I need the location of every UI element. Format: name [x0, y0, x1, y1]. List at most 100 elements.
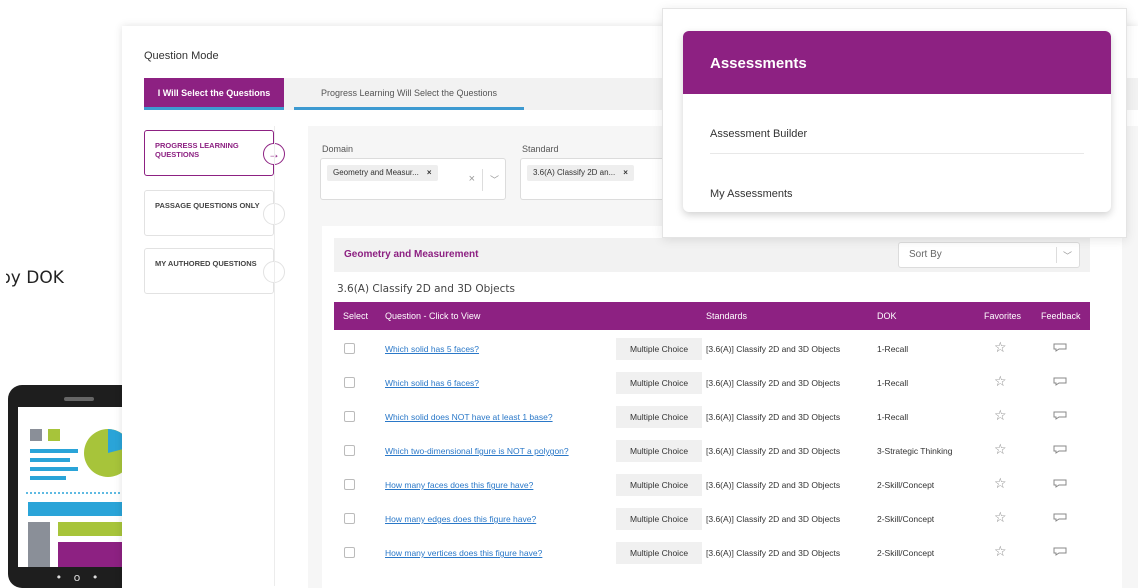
question-type: Multiple Choice — [616, 406, 702, 428]
questions-table-header: Select Question - Click to View Standard… — [334, 302, 1090, 330]
star-icon[interactable]: ☆ — [994, 340, 1007, 356]
select-divider — [482, 169, 483, 191]
feedback-icon[interactable] — [1052, 444, 1068, 454]
side-text-crop-mask — [0, 262, 6, 292]
tablet-speaker — [64, 397, 94, 401]
question-type: Multiple Choice — [616, 542, 702, 564]
question-link[interactable]: How many edges does this figure have? — [385, 514, 536, 524]
feedback-icon[interactable] — [1052, 512, 1068, 522]
domain-chip: Geometry and Measur... × — [327, 165, 438, 181]
select-checkbox[interactable] — [344, 343, 355, 354]
menu-divider — [710, 153, 1084, 154]
chevron-down-icon[interactable]: ﹀ — [490, 173, 499, 186]
tab-progress-learning-will-select[interactable]: Progress Learning Will Select the Questi… — [294, 78, 524, 110]
feedback-icon[interactable] — [1052, 478, 1068, 488]
standard-label: Standard — [522, 144, 559, 154]
source-label: PASSAGE QUESTIONS ONLY — [155, 201, 260, 210]
clear-icon[interactable]: × — [469, 173, 475, 185]
table-row: How many vertices does this figure have?… — [334, 536, 1090, 570]
assessments-menu: Assessments Assessment Builder My Assess… — [683, 31, 1111, 212]
table-row: How many faces does this figure have? Mu… — [334, 468, 1090, 502]
feedback-icon[interactable] — [1052, 342, 1068, 352]
dok-cell: 2-Skill/Concept — [877, 548, 935, 558]
dok-cell: 1-Recall — [877, 344, 909, 354]
feedback-icon[interactable] — [1052, 376, 1068, 386]
select-checkbox[interactable] — [344, 411, 355, 422]
star-icon[interactable]: ☆ — [994, 408, 1007, 424]
standard-select[interactable]: 3.6(A) Classify 2D an... × — [520, 158, 680, 200]
question-type: Multiple Choice — [616, 474, 702, 496]
sort-by-label: Sort By — [909, 249, 942, 260]
table-row: Which solid has 5 faces? Multiple Choice… — [334, 332, 1090, 366]
star-icon[interactable]: ☆ — [994, 544, 1007, 560]
question-link[interactable]: Which solid does NOT have at least 1 bas… — [385, 412, 553, 422]
select-checkbox[interactable] — [344, 377, 355, 388]
menu-item-assessment-builder[interactable]: Assessment Builder — [710, 128, 807, 140]
select-checkbox[interactable] — [344, 479, 355, 490]
star-icon[interactable]: ☆ — [994, 510, 1007, 526]
results-section: Geometry and Measurement Sort By ﹀ 3.6(A… — [322, 226, 1122, 588]
question-link[interactable]: Which two-dimensional figure is NOT a po… — [385, 446, 569, 456]
assessments-menu-title: Assessments — [683, 31, 1111, 94]
chip-remove-icon[interactable]: × — [427, 168, 432, 177]
select-checkbox[interactable] — [344, 445, 355, 456]
standard-cell: [3.6(A)] Classify 2D and 3D Objects — [706, 514, 841, 524]
standard-cell: [3.6(A)] Classify 2D and 3D Objects — [706, 480, 841, 490]
star-icon[interactable]: ☆ — [994, 476, 1007, 492]
col-favorites: Favorites — [984, 311, 1022, 321]
question-type: Multiple Choice — [616, 508, 702, 530]
select-checkbox[interactable] — [344, 513, 355, 524]
feedback-icon[interactable] — [1052, 546, 1068, 556]
table-row: Which solid does NOT have at least 1 bas… — [334, 400, 1090, 434]
chip-remove-icon[interactable]: × — [623, 168, 628, 177]
sort-by-select[interactable]: Sort By ﹀ — [898, 242, 1080, 268]
source-label: PROGRESS LEARNING QUESTIONS — [155, 141, 239, 159]
standard-heading: 3.6(A) Classify 2D and 3D Objects — [337, 283, 515, 295]
table-row: Which two-dimensional figure is NOT a po… — [334, 434, 1090, 468]
question-type: Multiple Choice — [616, 338, 702, 360]
dok-cell: 1-Recall — [877, 378, 909, 388]
tab-i-will-select[interactable]: I Will Select the Questions — [144, 78, 284, 110]
question-link[interactable]: How many faces does this figure have? — [385, 480, 533, 490]
col-question: Question - Click to View — [385, 311, 481, 321]
table-row: Which solid has 6 faces? Multiple Choice… — [334, 366, 1090, 400]
col-dok: DOK — [877, 311, 897, 321]
dok-cell: 2-Skill/Concept — [877, 514, 935, 524]
table-row: How many edges does this figure have? Mu… — [334, 502, 1090, 536]
select-checkbox[interactable] — [344, 547, 355, 558]
question-link[interactable]: Which solid has 5 faces? — [385, 344, 479, 354]
source-passage-questions-only[interactable]: PASSAGE QUESTIONS ONLY — [144, 190, 285, 236]
dok-cell: 3-Strategic Thinking — [877, 446, 953, 456]
chevron-down-icon: ﹀ — [1062, 251, 1072, 261]
question-mode-title: Question Mode — [144, 50, 219, 62]
standard-cell: [3.6(A)] Classify 2D and 3D Objects — [706, 412, 841, 422]
question-link[interactable]: How many vertices does this figure have? — [385, 548, 542, 558]
standard-cell: [3.6(A)] Classify 2D and 3D Objects — [706, 378, 841, 388]
domain-label: Domain — [322, 144, 354, 154]
star-icon[interactable]: ☆ — [994, 374, 1007, 390]
question-type: Multiple Choice — [616, 372, 702, 394]
domain-heading: Geometry and Measurement — [344, 249, 479, 260]
dok-cell: 2-Skill/Concept — [877, 480, 935, 490]
col-standards: Standards — [706, 311, 748, 321]
col-feedback: Feedback — [1041, 311, 1081, 321]
select-divider — [1056, 247, 1057, 263]
question-type: Multiple Choice — [616, 440, 702, 462]
source-label: MY AUTHORED QUESTIONS — [155, 259, 257, 268]
cropped-side-text: by DOK — [0, 268, 64, 288]
standard-cell: [3.6(A)] Classify 2D and 3D Objects — [706, 548, 841, 558]
source-column-divider — [274, 126, 275, 586]
question-link[interactable]: Which solid has 6 faces? — [385, 378, 479, 388]
domain-select[interactable]: Geometry and Measur... × × ﹀ — [320, 158, 506, 200]
domain-chip-label: Geometry and Measur... — [333, 168, 419, 177]
standard-cell: [3.6(A)] Classify 2D and 3D Objects — [706, 446, 841, 456]
results-header: Geometry and Measurement Sort By ﹀ — [334, 238, 1090, 272]
feedback-icon[interactable] — [1052, 410, 1068, 420]
source-my-authored-questions[interactable]: MY AUTHORED QUESTIONS — [144, 248, 285, 294]
menu-item-my-assessments[interactable]: My Assessments — [710, 188, 793, 200]
source-progress-learning-questions[interactable]: PROGRESS LEARNING QUESTIONS → — [144, 130, 285, 176]
standard-chip: 3.6(A) Classify 2D an... × — [527, 165, 634, 181]
col-select: Select — [343, 311, 369, 321]
star-icon[interactable]: ☆ — [994, 442, 1007, 458]
dok-cell: 1-Recall — [877, 412, 909, 422]
